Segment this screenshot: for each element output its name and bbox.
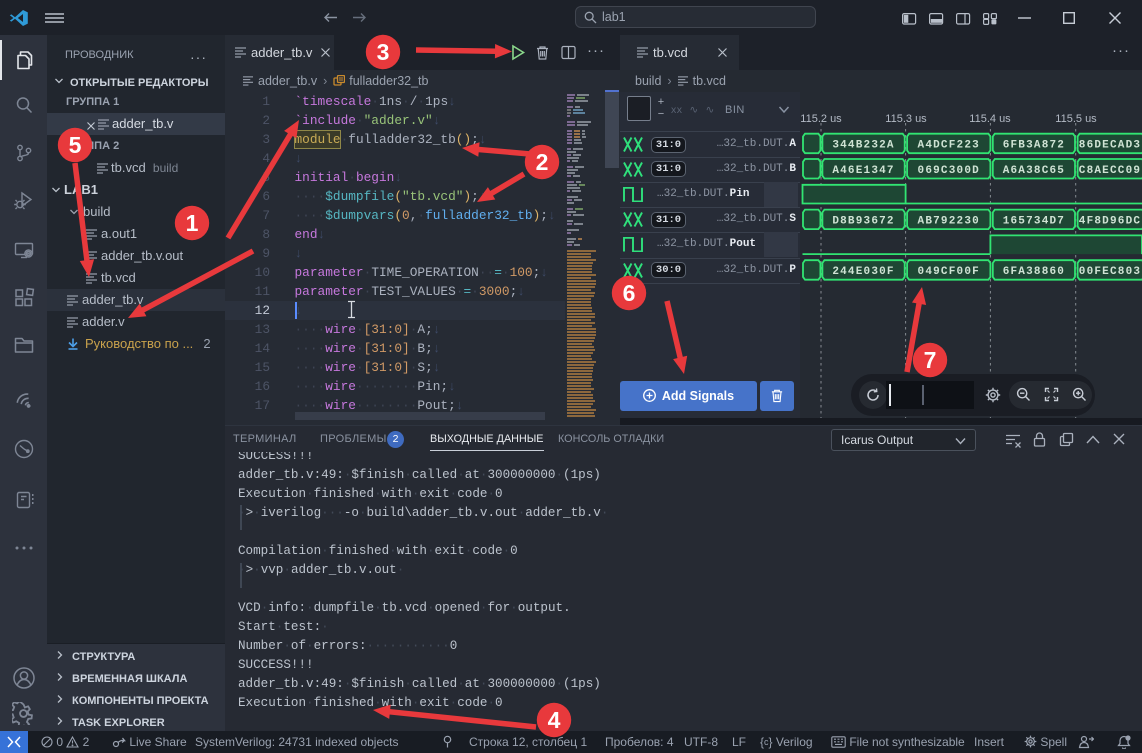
- svg-text:00FEC803: 00FEC803: [1079, 266, 1141, 278]
- svg-text:244E030F: 244E030F: [832, 266, 894, 278]
- svg-text:86DECAD3: 86DECAD3: [1079, 140, 1141, 152]
- svg-text:165734D7: 165734D7: [1003, 216, 1065, 228]
- svg-text:6FA38860: 6FA38860: [1003, 266, 1065, 278]
- svg-text:D8B93672: D8B93672: [832, 216, 894, 228]
- svg-text:A4DCF223: A4DCF223: [918, 140, 980, 152]
- svg-text:6FB3A872: 6FB3A872: [1003, 140, 1065, 152]
- svg-text:4F8D96DC: 4F8D96DC: [1079, 216, 1141, 228]
- svg-text:049CF00F: 049CF00F: [918, 266, 980, 278]
- svg-text:069C300D: 069C300D: [918, 165, 980, 177]
- svg-text:AB792230: AB792230: [918, 216, 980, 228]
- svg-text:A6A38C65: A6A38C65: [1003, 165, 1065, 177]
- svg-text:344B232A: 344B232A: [832, 140, 894, 152]
- svg-text:A46E1347: A46E1347: [832, 165, 894, 177]
- svg-text:C8AECC09: C8AECC09: [1079, 165, 1141, 177]
